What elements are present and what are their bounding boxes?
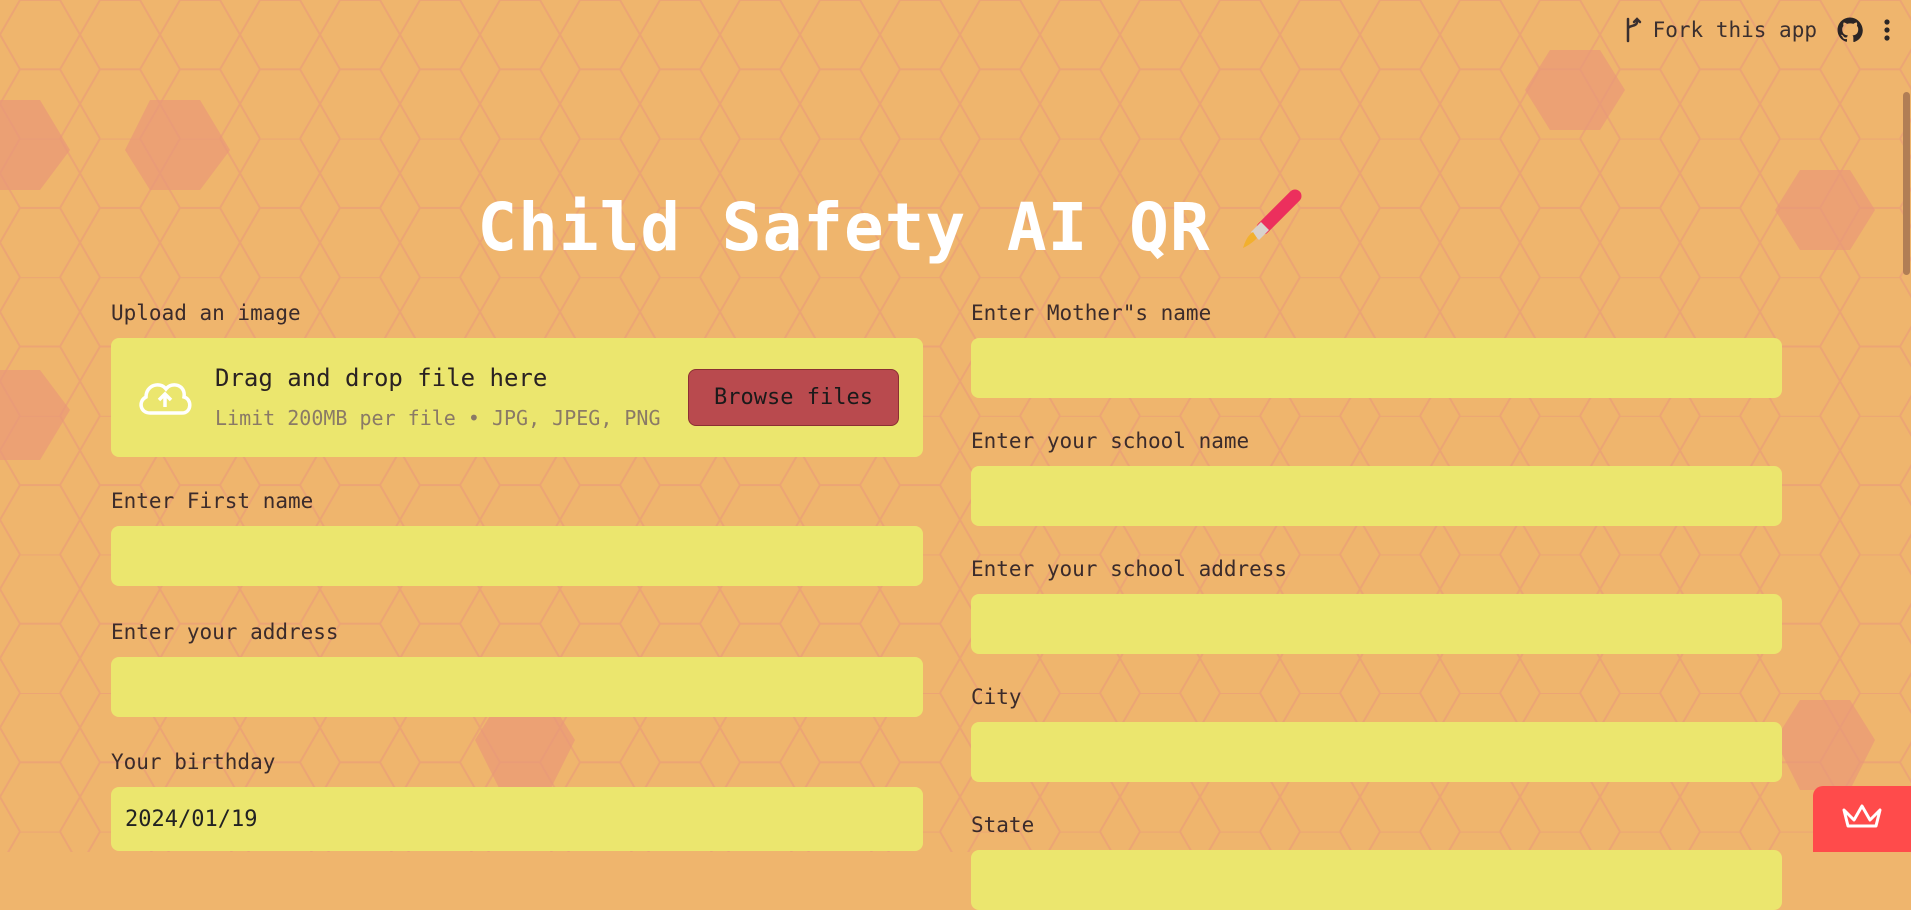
first-name-label: Enter First name (111, 489, 314, 513)
school-address-label: Enter your school address (971, 557, 1288, 581)
state-label: State (971, 813, 1035, 837)
left-form-column: Upload an image Drag and drop file here … (111, 300, 923, 851)
paintbrush-icon (1241, 188, 1303, 266)
streamlit-badge[interactable] (1813, 786, 1911, 852)
page-title-heading: Child Safety AI QR (0, 188, 1780, 266)
birthday-date-input[interactable] (111, 787, 923, 851)
city-label: City (971, 685, 1022, 709)
github-icon (1837, 17, 1863, 43)
address-label: Enter your address (111, 620, 339, 644)
browse-files-button[interactable]: Browse files (688, 369, 899, 426)
first-name-input[interactable] (111, 526, 923, 586)
page-title: Child Safety AI QR (477, 188, 1211, 266)
address-input[interactable] (111, 657, 923, 717)
kebab-menu-icon (1883, 18, 1891, 42)
birthday-label: Your birthday (111, 750, 276, 774)
fork-label: Fork this app (1652, 18, 1817, 42)
right-form-column: Enter Mother"s name Enter your school na… (971, 300, 1782, 910)
top-toolbar: Fork this app (1623, 0, 1911, 60)
streamlit-crown-icon (1842, 804, 1882, 834)
state-input[interactable] (971, 850, 1782, 910)
scrollbar-thumb[interactable] (1903, 92, 1910, 275)
github-link[interactable] (1837, 17, 1863, 43)
mother-name-label: Enter Mother"s name (971, 301, 1212, 325)
fork-icon (1623, 17, 1643, 43)
school-name-input[interactable] (971, 466, 1782, 526)
mother-name-input[interactable] (971, 338, 1782, 398)
upload-limit-text: Limit 200MB per file • JPG, JPEG, PNG (215, 406, 661, 430)
upload-label: Upload an image (111, 301, 301, 325)
cloud-upload-icon (136, 377, 194, 421)
school-name-label: Enter your school name (971, 429, 1250, 453)
page-scrollbar[interactable] (1902, 0, 1911, 852)
school-address-input[interactable] (971, 594, 1782, 654)
fork-app-button[interactable]: Fork this app (1623, 17, 1817, 43)
drop-instructions: Drag and drop file here (215, 364, 548, 392)
file-uploader-dropzone[interactable]: Drag and drop file here Limit 200MB per … (111, 338, 923, 457)
city-input[interactable] (971, 722, 1782, 782)
main-menu-button[interactable] (1883, 18, 1891, 42)
